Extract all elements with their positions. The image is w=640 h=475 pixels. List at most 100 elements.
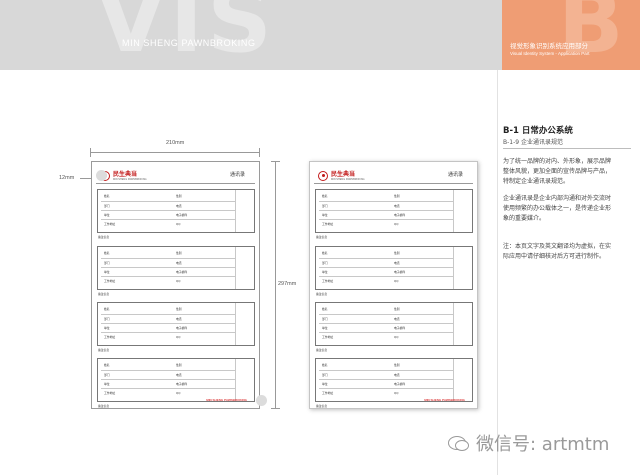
photo-column-divider [453, 303, 454, 345]
field-label: 性别 [394, 363, 400, 367]
contact-card: 姓名 性别 部门 电话 单位 电子邮件 工作地址 QQ [97, 246, 255, 290]
margin-dimension-line [80, 178, 91, 179]
contact-field-row: 姓名 性别 [319, 249, 453, 257]
contact-field-row: 部门 电话 [319, 314, 453, 322]
dimension-tick [90, 148, 91, 157]
section-title: B-1 日常办公系统 [503, 126, 573, 136]
field-label: 姓名 [322, 194, 328, 198]
field-label: 电话 [176, 204, 182, 208]
logo-mark-icon [318, 170, 328, 181]
contact-card: 姓名 性别 部门 电话 单位 电子邮件 工作地址 QQ [315, 189, 473, 233]
dimension-tick [271, 161, 280, 162]
photo-column-divider [235, 303, 236, 345]
photo-column-divider [453, 359, 454, 401]
field-label: QQ [176, 222, 181, 226]
field-label: 电子邮件 [176, 270, 188, 274]
header-company-name: MIN SHENG PAWNBROKING [122, 38, 256, 48]
contact-card: 姓名 性别 部门 电话 单位 电子邮件 工作地址 QQ [97, 302, 255, 346]
page-footer-stamp: MIN SHENG PAWNBROKING [424, 398, 465, 402]
field-label: 部门 [104, 373, 110, 377]
page-footer-stamp: MIN SHENG PAWNBROKING [206, 398, 247, 402]
contact-field-row: 部门 电话 [101, 258, 235, 266]
contact-field-row: 部门 电话 [319, 370, 453, 378]
field-label: 姓名 [322, 307, 328, 311]
field-label: 部门 [322, 373, 328, 377]
field-label: 单位 [322, 213, 328, 217]
field-label: 单位 [104, 382, 110, 386]
contact-field-row: 工作地址 QQ [101, 388, 235, 396]
card-footer-label: 备注信息 [98, 404, 110, 408]
contact-field-row: 姓名 性别 [101, 249, 235, 257]
field-label: QQ [176, 335, 181, 339]
field-label: 单位 [104, 326, 110, 330]
section-subtitle: B-1-9 企业通讯录规范 [503, 139, 563, 146]
panel-separator [497, 70, 498, 475]
document-title: 通讯录 [229, 172, 245, 178]
logo-name-cn: 民生典当 [331, 170, 356, 178]
field-label: 工作地址 [104, 335, 116, 339]
height-dimension-label: 297mm [278, 281, 297, 287]
contact-card: 姓名 性别 部门 电话 单位 电子邮件 工作地址 QQ [315, 358, 473, 402]
card-footer-label: 备注信息 [316, 235, 328, 239]
contact-field-row: 单位 电子邮件 [319, 379, 453, 387]
contact-card: 姓名 性别部门 电话单位 电子邮件 工作地址 QQ [315, 246, 473, 290]
contact-field-row: 姓名 性别 [101, 361, 235, 369]
margin-dimension-label: 12mm [59, 175, 75, 181]
field-label: 部门 [104, 261, 110, 265]
field-label: 电话 [176, 261, 182, 265]
contact-field-row: 单位 电子邮件 [101, 267, 235, 275]
field-label: 部门 [104, 317, 110, 321]
description-paragraph: 为了统一品牌的对内、外形象，展示品牌整体风貌，更加全面的宣传品牌与产品，特制定企… [503, 158, 612, 185]
field-label: 电话 [394, 204, 400, 208]
contact-field-row: 姓名 性别 [101, 305, 235, 313]
contact-field-row: 工作地址 QQ [101, 219, 235, 227]
dimension-tick [271, 408, 280, 409]
contact-field-row: 单位 电子邮件 [101, 379, 235, 387]
wechat-icon [448, 436, 469, 451]
description-paragraph: 企业通讯录是企业内部沟通和对外交流时使用频繁的办公载体之一，是传递企业形象的重要… [503, 195, 612, 222]
field-label: 姓名 [104, 251, 110, 255]
field-label: 单位 [104, 213, 110, 217]
field-label: QQ [394, 335, 399, 339]
field-label: 电话 [394, 317, 400, 321]
contact-field-row: 工作地址 QQ [319, 332, 453, 340]
contact-card: 姓名 性别 部门 电话 单位 电子邮件 工作地址 QQ [97, 358, 255, 402]
field-label: 工作地址 [104, 279, 116, 283]
photo-column-divider [235, 359, 236, 401]
contact-field-row: 姓名 性别 [101, 192, 235, 200]
contact-field-row: 单位 电子邮件 [319, 267, 453, 275]
contact-field-row: 工作地址 QQ [319, 276, 453, 284]
margin-marker-circle [256, 395, 267, 406]
contact-field-row: 单位 电子邮件 [319, 323, 453, 331]
field-label: 单位 [322, 382, 328, 386]
accent-section-letter: B [558, 0, 624, 70]
field-label: 单位 [104, 270, 110, 274]
contact-card: 姓名 性别部门 电话 单位 电子邮件 工作地址 QQ [315, 302, 473, 346]
contact-field-row: 工作地址 QQ [319, 219, 453, 227]
field-label: QQ [394, 391, 399, 395]
watermark-text: 微信号: artmtm [476, 434, 610, 455]
field-label: 单位 [322, 270, 328, 274]
field-label: 工作地址 [104, 391, 116, 395]
field-label: 工作地址 [104, 222, 116, 226]
document-title: 通讯录 [447, 172, 463, 178]
field-label: 电话 [394, 261, 400, 265]
header-band: VIS MIN SHENG PAWNBROKING B 视觉形象识别系统应用部分… [0, 0, 640, 70]
field-label: 部门 [104, 204, 110, 208]
field-label: 姓名 [322, 363, 328, 367]
contact-field-row: 单位 电子邮件 [101, 210, 235, 218]
section-divider [503, 148, 631, 149]
photo-column-divider [453, 190, 454, 232]
field-label: 工作地址 [322, 279, 334, 283]
contact-field-row: 部门 电话 [101, 370, 235, 378]
field-label: 性别 [394, 307, 400, 311]
contact-field-row: 部门 电话 [101, 201, 235, 209]
height-dimension-line [275, 161, 276, 409]
logo-name-en: MIN SHENG PAWNBROKING [113, 177, 147, 181]
field-label: 电子邮件 [394, 382, 406, 386]
card-footer-label: 备注信息 [98, 235, 110, 239]
field-label: 部门 [322, 261, 328, 265]
margin-marker-circle [96, 170, 107, 181]
spec-page-left: 民生典当 MIN SHENG PAWNBROKING 通讯录 姓名 性别 部门 电话单… [91, 161, 260, 409]
field-label: 工作地址 [322, 222, 334, 226]
